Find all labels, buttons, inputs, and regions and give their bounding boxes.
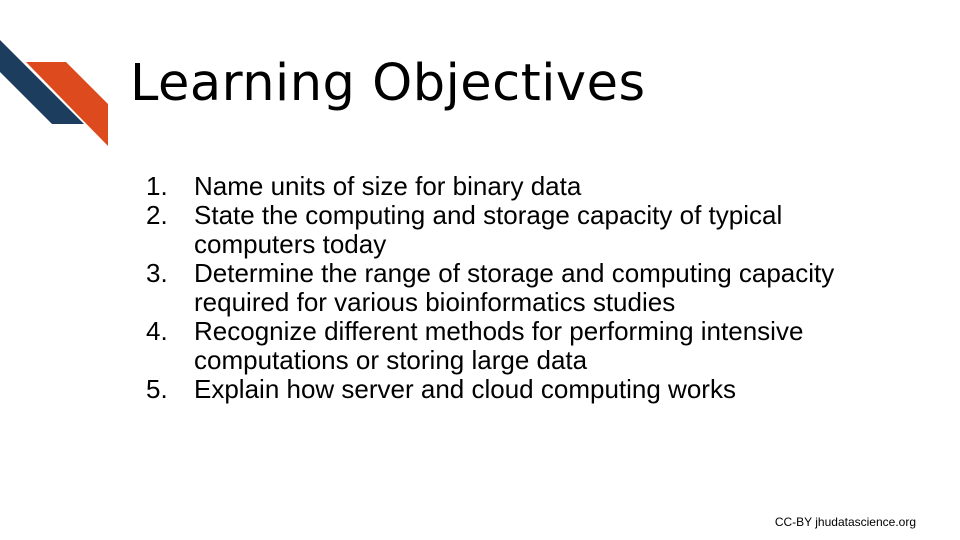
slide: Learning Objectives 1. Name units of siz… xyxy=(0,0,960,540)
objectives-list: 1. Name units of size for binary data 2.… xyxy=(146,172,846,404)
objective-text: Name units of size for binary data xyxy=(194,171,582,201)
objective-number: 1. xyxy=(146,171,168,201)
objective-number: 4. xyxy=(146,316,168,346)
objective-item: 4. Recognize different methods for perfo… xyxy=(146,317,846,375)
objective-text: Determine the range of storage and compu… xyxy=(194,258,835,317)
objective-item: 1. Name units of size for binary data xyxy=(146,172,846,201)
objective-item: 3. Determine the range of storage and co… xyxy=(146,259,846,317)
objective-number: 3. xyxy=(146,258,168,288)
license-footer: CC-BY jhudatascience.org xyxy=(774,515,916,529)
objective-text: State the computing and storage capacity… xyxy=(194,200,783,259)
objective-text: Recognize different methods for performi… xyxy=(194,316,804,375)
diagonal-stripes-logo-icon xyxy=(0,40,108,146)
objective-number: 5. xyxy=(146,374,168,404)
objective-text: Explain how server and cloud computing w… xyxy=(194,374,736,404)
objective-item: 2. State the computing and storage capac… xyxy=(146,201,846,259)
objective-number: 2. xyxy=(146,200,168,230)
objective-item: 5. Explain how server and cloud computin… xyxy=(146,375,846,404)
slide-title: Learning Objectives xyxy=(130,54,646,113)
